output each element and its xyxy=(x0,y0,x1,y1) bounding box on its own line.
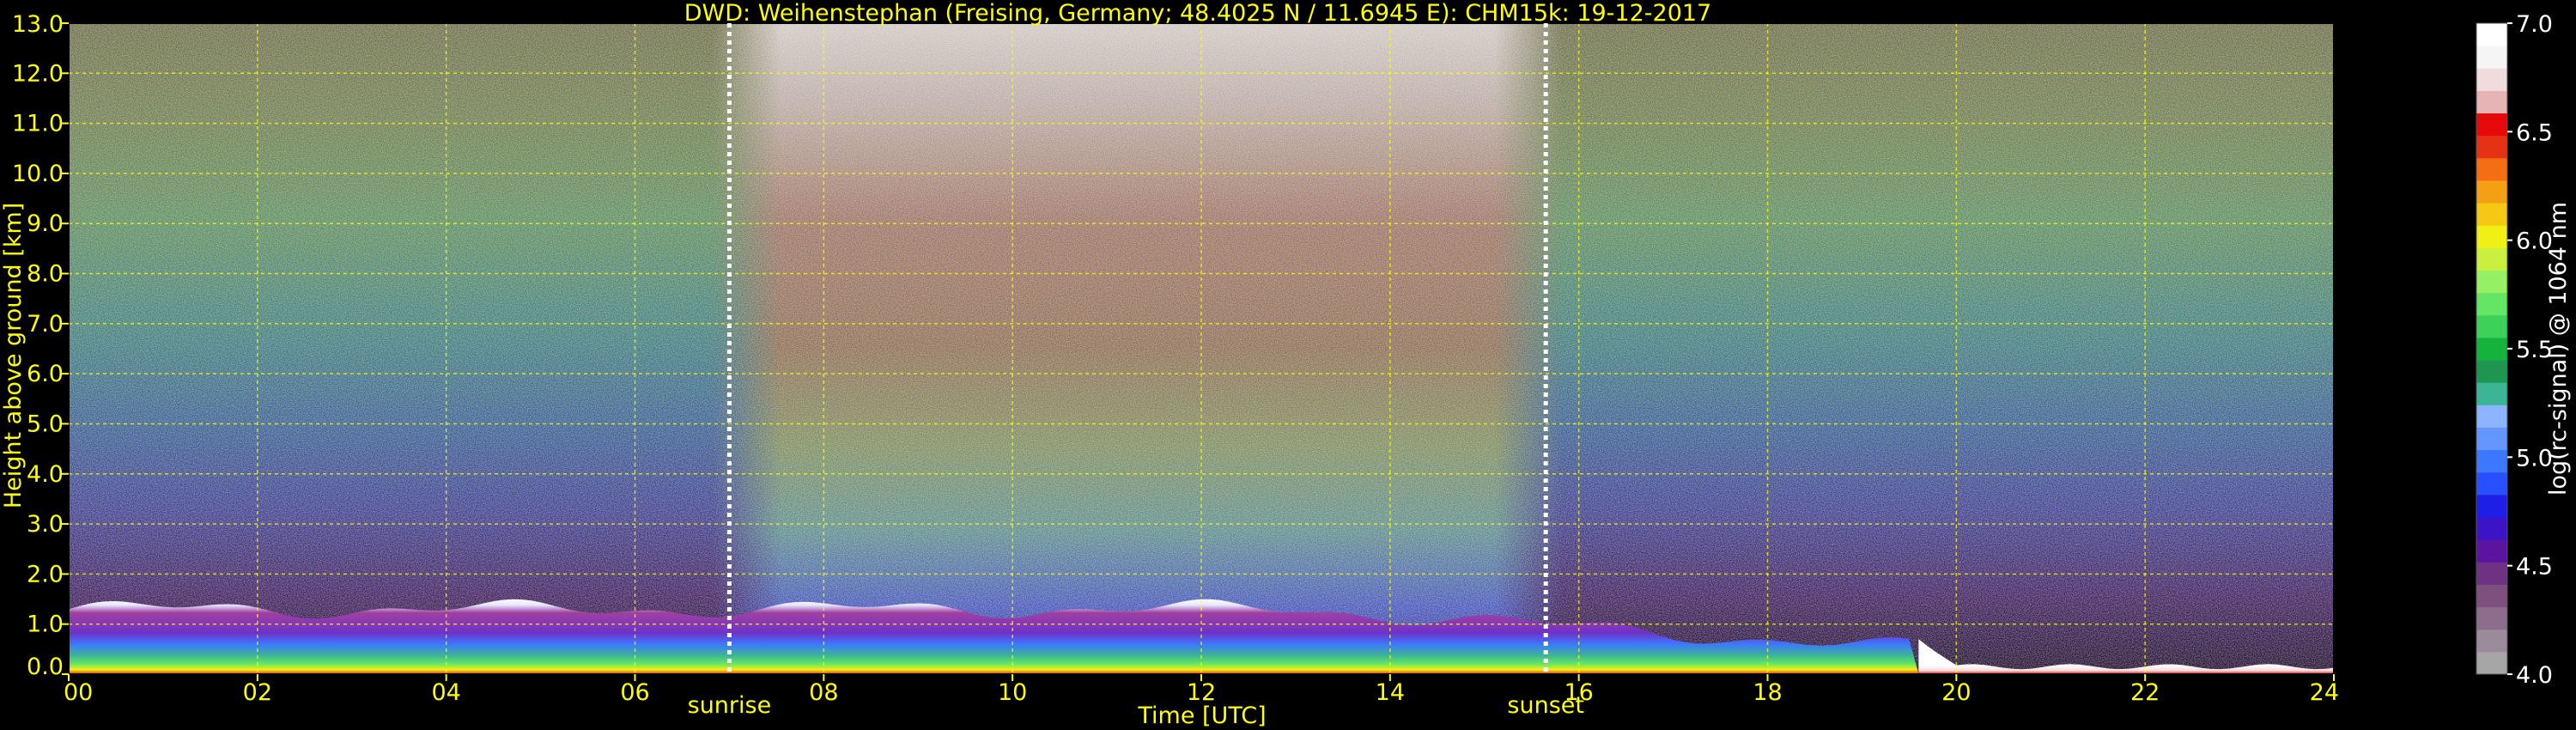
colorbar-segment xyxy=(2476,23,2507,46)
x-tick-label: 10 xyxy=(998,679,1027,706)
colorbar-segment xyxy=(2476,68,2507,91)
chart-title: DWD: Weihenstephan (Freising, Germany; 4… xyxy=(684,0,1712,27)
colorbar-segment xyxy=(2476,157,2507,181)
x-tick-label: 00 xyxy=(64,679,93,706)
colorbar-segment xyxy=(2476,337,2507,361)
colorbar-segment xyxy=(2476,314,2507,338)
y-tick-label: 4.0 xyxy=(27,461,64,488)
x-tick-label: 08 xyxy=(809,679,838,706)
colorbar-segment xyxy=(2476,494,2507,518)
colorbar-segment xyxy=(2476,225,2507,248)
y-tick-label: 6.0 xyxy=(27,361,64,387)
colorbar: 4.04.55.05.56.06.57.0 xyxy=(2476,11,2553,689)
x-tick-label: 16 xyxy=(1564,679,1593,706)
colorbar-tick-label: 7.0 xyxy=(2516,11,2553,38)
x-tick-label: 18 xyxy=(1753,679,1782,706)
y-tick-label: 1.0 xyxy=(27,611,64,638)
x-tick-label: 24 xyxy=(2310,679,2339,706)
x-axis-ticks: 00 02 04 06 08 10 12 14 16 18 20 22 24 xyxy=(64,674,2339,706)
x-tick-label: 02 xyxy=(243,679,272,706)
y-tick-label: 11.0 xyxy=(12,111,64,137)
colorbar-segment xyxy=(2476,113,2507,137)
x-axis-label: Time [UTC] xyxy=(1137,703,1266,729)
colorbar-segment xyxy=(2476,449,2507,473)
y-tick-label: 0.0 xyxy=(27,654,64,680)
colorbar-segment xyxy=(2476,539,2507,563)
x-tick-label: 14 xyxy=(1376,679,1405,706)
colorbar-segment xyxy=(2476,382,2507,405)
y-tick-label: 8.0 xyxy=(27,261,64,288)
y-tick-label: 3.0 xyxy=(27,511,64,538)
colorbar-segment xyxy=(2476,203,2507,226)
colorbar-segment xyxy=(2476,135,2507,159)
y-tick-label: 13.0 xyxy=(12,11,64,38)
x-tick-label: 20 xyxy=(1941,679,1971,706)
colorbar-segment xyxy=(2476,584,2507,608)
colorbar-segment xyxy=(2476,46,2507,69)
y-tick-label: 9.0 xyxy=(27,210,64,237)
colorbar-segment xyxy=(2476,405,2507,428)
colorbar-tick-label: 4.0 xyxy=(2516,662,2553,689)
y-tick-label: 2.0 xyxy=(27,561,64,587)
y-axis-label: Height above ground [km] xyxy=(0,203,27,508)
colorbar-segment xyxy=(2476,179,2507,204)
colorbar-label: log(rc-signal) @ 1064 nm xyxy=(2545,202,2572,496)
colorbar-tick-label: 4.5 xyxy=(2516,554,2553,581)
x-tick-label: 22 xyxy=(2130,679,2160,706)
y-tick-label: 10.0 xyxy=(12,161,64,187)
x-tick-label: 06 xyxy=(620,679,649,706)
ceilometer-chart: sunrise sunset 00 02 04 06 08 10 12 14 16 18 20 22 24… xyxy=(0,0,2572,729)
colorbar-segment xyxy=(2476,292,2507,316)
y-tick-label: 5.0 xyxy=(27,411,64,437)
colorbar-segment xyxy=(2476,562,2507,585)
y-tick-label: 12.0 xyxy=(12,60,64,87)
colorbar-tick-label: 6.5 xyxy=(2516,119,2553,146)
x-tick-label: 04 xyxy=(431,679,460,706)
colorbar-segment xyxy=(2476,606,2507,630)
sunrise-label: sunrise xyxy=(688,692,772,719)
colorbar-segment xyxy=(2476,629,2507,653)
colorbar-segment xyxy=(2476,651,2507,675)
colorbar-segment xyxy=(2476,90,2507,114)
colorbar-segment xyxy=(2476,270,2507,294)
colorbar-segment xyxy=(2476,360,2507,383)
y-tick-label: 7.0 xyxy=(27,311,64,338)
colorbar-segment xyxy=(2476,471,2507,496)
colorbar-segment xyxy=(2476,427,2507,451)
colorbar-segment xyxy=(2476,247,2507,271)
colorbar-segment xyxy=(2476,517,2507,540)
